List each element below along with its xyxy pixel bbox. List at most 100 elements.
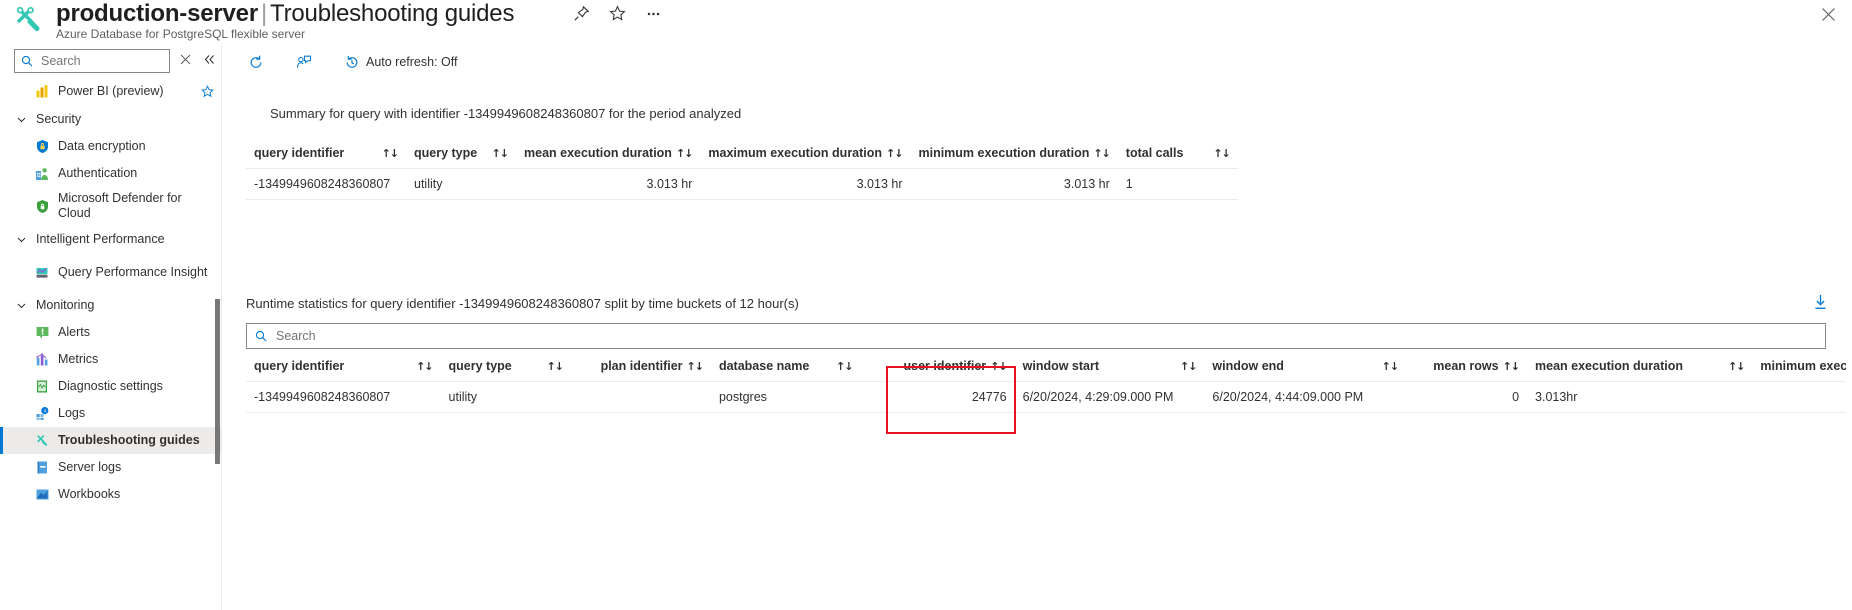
sidebar-item-server-logs[interactable]: Server logs <box>0 454 222 481</box>
column-header-query-identifier[interactable]: query identifier ↑↓ <box>246 142 406 169</box>
column-header-query-type[interactable]: query type ↑↓ <box>440 355 571 382</box>
sort-icon[interactable]: ↑↓ <box>492 147 509 160</box>
logs-icon: ıl <box>34 406 50 422</box>
sidebar-group-security[interactable]: Security <box>0 105 222 133</box>
column-header-query-identifier[interactable]: query identifier ↑↓ <box>246 355 441 382</box>
column-label: minimum execution duration <box>918 146 1090 160</box>
cell-minimum-execution <box>1752 381 1846 413</box>
summary-table-title: Summary for query with identifier -13499… <box>270 106 742 121</box>
search-icon <box>21 55 33 67</box>
ellipsis-icon[interactable] <box>642 2 664 24</box>
sidebar-item-label: Authentication <box>58 166 138 180</box>
sidebar-item-label: Workbooks <box>58 487 121 501</box>
sidebar-group-monitoring[interactable]: Monitoring <box>0 291 222 319</box>
column-header-minimum-execution[interactable]: minimum execution <box>1752 355 1846 382</box>
sidebar-item-label: Troubleshooting guides <box>58 433 200 447</box>
main-content: Auto refresh: Off Summary for query with… <box>222 44 1852 610</box>
sidebar-item-query-performance-insight[interactable]: Query Performance Insight <box>0 253 222 291</box>
table-row[interactable]: -1349949608248360807 utility postgres 24… <box>246 381 1846 413</box>
column-header-mean-execution-duration[interactable]: mean execution duration ↑↓ <box>1527 355 1753 382</box>
table-row[interactable]: -1349949608248360807 utility 3.013 hr 3.… <box>246 168 1238 200</box>
star-outline-icon[interactable] <box>201 85 214 98</box>
pin-icon[interactable] <box>570 2 592 24</box>
column-header-window-end[interactable]: window end ↑↓ <box>1204 355 1407 382</box>
server-logs-icon <box>34 460 50 476</box>
column-label: mean rows <box>1433 359 1499 373</box>
sidebar-item-microsoft-defender-for-cloud[interactable]: Microsoft Defender for Cloud <box>0 187 222 225</box>
sort-icon[interactable]: ↑↓ <box>547 360 564 373</box>
sort-icon[interactable]: ↑↓ <box>1382 360 1399 373</box>
sidebar-item-data-encryption[interactable]: Data encryption <box>0 133 222 160</box>
sort-icon[interactable]: ↑↓ <box>416 360 433 373</box>
column-label: plan identifier <box>600 359 683 373</box>
sidebar-search-input[interactable] <box>39 53 159 69</box>
auto-refresh-button[interactable]: Auto refresh: Off <box>336 49 465 75</box>
sort-icon[interactable]: ↑↓ <box>382 147 399 160</box>
runtime-search-box[interactable] <box>246 323 1826 349</box>
sort-icon[interactable]: ↑↓ <box>1728 360 1745 373</box>
cell-user-identifier: 24776 <box>860 381 1015 413</box>
sidebar-group-intelligent-performance[interactable]: Intelligent Performance <box>0 225 222 253</box>
sidebar-item-label: Power BI (preview) <box>58 84 164 98</box>
column-header-maximum-execution-duration[interactable]: maximum execution duration ↑↓ <box>700 142 911 169</box>
sidebar-item-troubleshooting-guides[interactable]: Troubleshooting guides <box>0 427 222 454</box>
column-header-mean-rows[interactable]: mean rows ↑↓ <box>1406 355 1528 382</box>
sidebar-item-workbooks[interactable]: Workbooks <box>0 481 222 508</box>
column-header-user-identifier[interactable]: user identifier ↑↓ <box>860 355 1015 382</box>
sort-icon[interactable]: ↑↓ <box>1180 360 1197 373</box>
sidebar-group-label: Intelligent Performance <box>36 232 165 246</box>
column-header-total-calls[interactable]: total calls ↑↓ <box>1117 142 1238 169</box>
sort-icon[interactable]: ↑↓ <box>836 360 853 373</box>
column-header-database-name[interactable]: database name ↑↓ <box>710 355 861 382</box>
authentication-icon <box>34 166 50 182</box>
column-header-mean-execution-duration[interactable]: mean execution duration ↑↓ <box>516 142 701 169</box>
defender-shield-icon <box>34 198 50 214</box>
column-label: total calls <box>1125 146 1184 160</box>
svg-text:ıl: ıl <box>43 408 45 413</box>
page-subtitle: Azure Database for PostgreSQL flexible s… <box>56 27 306 41</box>
cell-query-identifier: -1349949608248360807 <box>246 381 441 413</box>
header-actions <box>570 2 664 24</box>
sort-icon[interactable]: ↑↓ <box>676 147 693 160</box>
sidebar-item-label: Diagnostic settings <box>58 379 163 393</box>
cell-window-start: 6/20/2024, 4:29:09.000 PM <box>1014 381 1205 413</box>
sidebar-search-clear-icon[interactable] <box>180 54 191 65</box>
sort-icon[interactable]: ↑↓ <box>990 360 1007 373</box>
sidebar-collapse-icon[interactable] <box>203 53 216 66</box>
feedback-button[interactable] <box>288 49 326 75</box>
power-bi-icon <box>34 84 50 100</box>
sort-icon[interactable]: ↑↓ <box>1213 147 1230 160</box>
refresh-icon <box>248 54 264 70</box>
diagnostic-settings-icon <box>34 379 50 395</box>
sidebar-item-diagnostic-settings[interactable]: Diagnostic settings <box>0 373 222 400</box>
sidebar-item-power-bi[interactable]: Power BI (preview) <box>0 78 222 105</box>
star-icon[interactable] <box>606 2 628 24</box>
sidebar-search-box[interactable] <box>14 49 170 73</box>
sort-icon[interactable]: ↑↓ <box>886 147 903 160</box>
sidebar-item-metrics[interactable]: Metrics <box>0 346 222 373</box>
cell-mean-execution-duration: 3.013 hr <box>516 168 701 200</box>
column-label: window end <box>1212 359 1284 373</box>
sort-icon[interactable]: ↑↓ <box>687 360 704 373</box>
sort-icon[interactable]: ↑↓ <box>1503 360 1520 373</box>
sidebar-item-label: Logs <box>58 406 86 420</box>
azure-portal-blade: production-server | Troubleshooting guides… <box>0 0 1852 610</box>
sidebar-item-alerts[interactable]: Alerts <box>0 319 222 346</box>
column-label: user identifier <box>903 359 987 373</box>
column-header-query-type[interactable]: query type ↑↓ <box>406 142 516 169</box>
download-icon[interactable] <box>1810 292 1830 312</box>
content-area: Summary for query with identifier -13499… <box>222 80 1852 610</box>
column-header-minimum-execution-duration[interactable]: minimum execution duration ↑↓ <box>910 142 1118 169</box>
column-header-plan-identifier[interactable]: plan identifier ↑↓ <box>571 355 711 382</box>
sort-icon[interactable]: ↑↓ <box>1093 147 1110 160</box>
close-icon[interactable] <box>1818 4 1838 24</box>
column-header-window-start[interactable]: window start ↑↓ <box>1014 355 1205 382</box>
runtime-search-input[interactable] <box>274 328 674 344</box>
cell-database-name: postgres <box>710 381 861 413</box>
sidebar-nav: Power BI (preview) Security Data encrypt… <box>0 78 222 610</box>
refresh-button[interactable] <box>240 49 278 75</box>
sidebar-scrollbar-thumb[interactable] <box>215 299 220 464</box>
chevron-down-icon <box>16 300 30 311</box>
sidebar-item-authentication[interactable]: Authentication <box>0 160 222 187</box>
sidebar-item-logs[interactable]: ıl Logs <box>0 400 222 427</box>
